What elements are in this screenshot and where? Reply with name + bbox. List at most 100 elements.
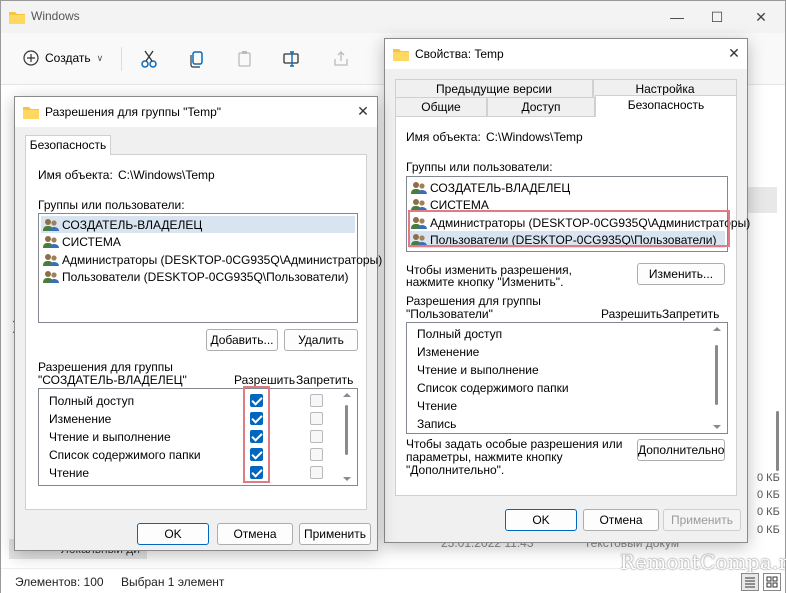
scrollbar-thumb[interactable]	[715, 345, 718, 405]
folder-icon	[23, 107, 39, 119]
change-button[interactable]: Изменить...	[637, 263, 725, 285]
permissions-dialog: Разрешения для группы "Temp" ✕ Безопасно…	[14, 96, 382, 551]
users-icon	[411, 181, 427, 194]
allow-header: Разрешить	[601, 307, 663, 321]
file-size: 0 КБ	[757, 524, 780, 536]
permission-name: Чтение	[49, 466, 90, 480]
perm-label-line2: "СОЗДАТЕЛЬ-ВЛАДЕЛЕЦ"	[38, 373, 187, 387]
deny-header: Запретить	[662, 307, 720, 321]
deny-checkbox[interactable]	[310, 412, 323, 425]
ok-button[interactable]: OK	[505, 509, 577, 531]
list-item[interactable]: Пользователи (DESKTOP-0CG935Q\Пользовате…	[43, 268, 348, 285]
permission-name: Изменение	[49, 412, 112, 426]
perm-label-line1: Разрешения для группы	[38, 360, 173, 374]
users-icon	[43, 270, 59, 283]
security-tab-panel: Имя объекта: C:\Windows\Temp Группы или …	[395, 116, 750, 496]
permissions-listbox[interactable]: Полный доступ Изменение Чтение и выполне…	[406, 322, 728, 434]
list-item-selected[interactable]: СОЗДАТЕЛЬ-ВЛАДЕЛЕЦ	[41, 216, 355, 233]
ok-button[interactable]: OK	[137, 523, 209, 545]
object-name-label: Имя объекта:	[38, 168, 113, 182]
close-icon[interactable]: ✕	[751, 7, 771, 27]
rename-icon[interactable]	[282, 49, 302, 69]
list-item[interactable]: СИСТЕМА	[43, 233, 121, 250]
remove-button[interactable]: Удалить	[284, 329, 358, 351]
cancel-button[interactable]: Отмена	[583, 509, 659, 531]
permission-name: Чтение	[417, 399, 458, 413]
list-item[interactable]: Администраторы (DESKTOP-0CG935Q\Админист…	[43, 251, 382, 268]
scroll-up-arrow[interactable]	[343, 393, 351, 397]
list-item[interactable]: СОЗДАТЕЛЬ-ВЛАДЕЛЕЦ	[411, 179, 570, 196]
permission-name: Список содержимого папки	[49, 448, 201, 462]
deny-header: Запретить	[296, 373, 354, 387]
object-name-value: C:\Windows\Temp	[118, 168, 215, 182]
permissions-listbox[interactable]: Полный доступ Изменение Чтение и выполне…	[38, 388, 358, 486]
file-size: 0 КБ	[757, 489, 780, 501]
perm-label-line1: Разрешения для группы	[406, 294, 541, 308]
close-icon[interactable]: ✕	[724, 43, 744, 63]
chevron-down-icon: ∨	[96, 52, 104, 63]
tab-previous-versions[interactable]: Предыдущие версии	[395, 79, 593, 99]
close-icon[interactable]: ✕	[353, 101, 373, 121]
cut-icon[interactable]	[139, 49, 159, 69]
permission-name: Полный доступ	[49, 394, 135, 408]
details-view-icon[interactable]	[741, 573, 759, 591]
special-hint-line2: параметры, нажмите кнопку	[406, 450, 563, 464]
tab-security[interactable]: Безопасность	[25, 135, 111, 155]
explorer-title: Windows	[31, 9, 80, 23]
deny-checkbox[interactable]	[310, 466, 323, 479]
permission-name: Запись	[417, 417, 457, 431]
plus-circle-icon	[23, 50, 39, 66]
scrollbar-thumb[interactable]	[345, 405, 348, 455]
groups-label: Группы или пользователи:	[38, 198, 185, 212]
advanced-button[interactable]: Дополнительно	[637, 439, 725, 461]
permission-name: Список содержимого папки	[417, 381, 569, 395]
status-selected: Выбран 1 элемент	[121, 575, 225, 589]
explorer-scrollbar[interactable]	[776, 411, 779, 471]
tab-sharing[interactable]: Доступ	[487, 97, 595, 117]
object-name-label: Имя объекта:	[406, 130, 481, 144]
users-icon	[43, 235, 59, 248]
highlight-frame	[243, 386, 270, 483]
scroll-up-arrow[interactable]	[713, 327, 721, 331]
properties-titlebar: Свойства: Temp ✕	[385, 39, 747, 69]
maximize-icon[interactable]: ☐	[707, 7, 727, 27]
folder-icon	[393, 49, 409, 61]
tab-security[interactable]: Безопасность	[595, 95, 737, 117]
properties-title: Свойства: Temp	[415, 47, 504, 61]
users-icon	[43, 218, 59, 231]
toolbar-divider	[121, 47, 122, 71]
copy-icon[interactable]	[187, 49, 207, 69]
perm-label-line2: "Пользователи"	[406, 307, 493, 321]
tab-general[interactable]: Общие	[395, 97, 487, 117]
minimize-icon[interactable]: —	[667, 7, 687, 27]
scroll-down-arrow[interactable]	[713, 425, 721, 429]
permissions-titlebar: Разрешения для группы "Temp" ✕	[15, 97, 377, 127]
deny-checkbox[interactable]	[310, 448, 323, 461]
scroll-down-arrow[interactable]	[343, 477, 351, 481]
properties-dialog: Свойства: Temp ✕ Предыдущие версии Настр…	[384, 38, 750, 543]
paste-icon[interactable]	[235, 49, 255, 69]
allow-header: Разрешить	[234, 373, 296, 387]
watermark: RemontCompa.ru	[620, 550, 786, 574]
deny-checkbox[interactable]	[310, 430, 323, 443]
apply-button[interactable]: Применить	[663, 509, 741, 531]
security-tab-panel: Имя объекта: C:\Windows\Temp Группы или …	[25, 154, 382, 510]
groups-listbox[interactable]: СОЗДАТЕЛЬ-ВЛАДЕЛЕЦ СИСТЕМА Администратор…	[38, 213, 382, 323]
share-icon[interactable]	[331, 49, 351, 69]
special-hint-line1: Чтобы задать особые разрешения или	[406, 437, 623, 451]
new-button[interactable]: Создать ∨	[23, 50, 103, 66]
highlight-frame	[408, 210, 730, 247]
add-button[interactable]: Добавить...	[206, 329, 278, 351]
permission-name: Чтение и выполнение	[49, 430, 171, 444]
permission-name: Изменение	[417, 345, 480, 359]
file-size: 0 КБ	[757, 506, 780, 518]
deny-checkbox[interactable]	[310, 394, 323, 407]
object-name-value: C:\Windows\Temp	[486, 130, 583, 144]
tiles-view-icon[interactable]	[763, 573, 781, 591]
special-hint-line3: "Дополнительно".	[406, 463, 505, 477]
file-size: 0 КБ	[757, 472, 780, 484]
folder-icon	[9, 12, 25, 24]
cancel-button[interactable]: Отмена	[217, 523, 293, 545]
apply-button[interactable]: Применить	[299, 523, 371, 545]
permissions-title: Разрешения для группы "Temp"	[45, 105, 222, 119]
